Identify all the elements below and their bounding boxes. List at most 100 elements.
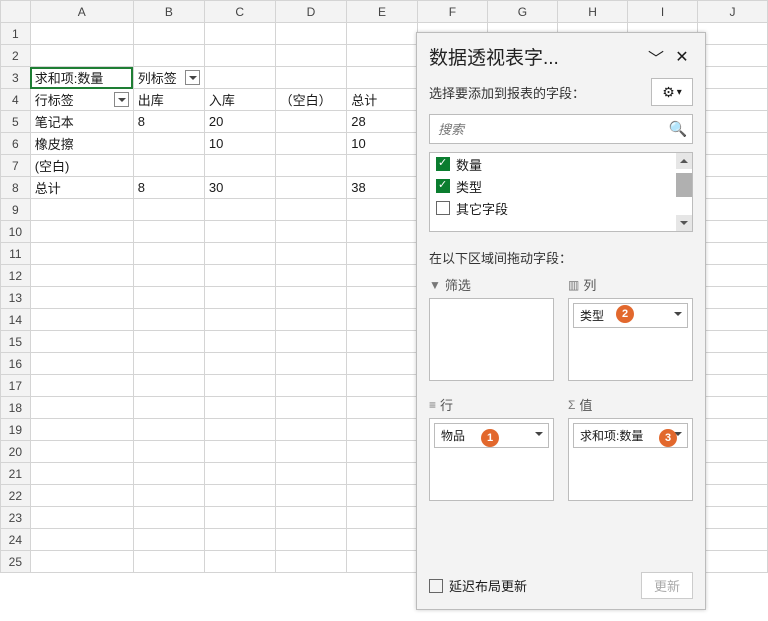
row-header[interactable]: 10 xyxy=(1,221,31,243)
cell[interactable]: 30 xyxy=(204,177,275,199)
dropdown-icon[interactable] xyxy=(114,92,129,107)
row-header[interactable]: 25 xyxy=(1,551,31,573)
filter-area[interactable]: ▼ 筛选 xyxy=(429,275,554,381)
search-icon: 🔍 xyxy=(664,120,692,138)
row-header[interactable]: 14 xyxy=(1,309,31,331)
col-header-J[interactable]: J xyxy=(697,1,767,23)
field-item[interactable]: 类型 xyxy=(430,175,692,197)
row-header[interactable]: 15 xyxy=(1,331,31,353)
col-header-G[interactable]: G xyxy=(487,1,557,23)
row-header[interactable]: 24 xyxy=(1,529,31,551)
row-header[interactable]: 20 xyxy=(1,441,31,463)
filter-dropzone[interactable] xyxy=(429,298,554,381)
scroll-thumb[interactable] xyxy=(676,173,692,197)
row-header[interactable]: 17 xyxy=(1,375,31,397)
cell-E4[interactable]: 总计 xyxy=(347,89,418,111)
sigma-icon: Σ xyxy=(568,398,575,412)
row-header[interactable]: 22 xyxy=(1,485,31,507)
col-header-I[interactable]: I xyxy=(628,1,698,23)
field-label: 类型 xyxy=(456,177,482,196)
area-label: 筛选 xyxy=(445,275,471,294)
cell[interactable]: 20 xyxy=(204,111,275,133)
values-dropzone[interactable]: 求和项:数量 xyxy=(568,418,693,501)
defer-checkbox[interactable] xyxy=(429,579,443,593)
cell[interactable]: 28 xyxy=(347,111,418,133)
col-header-F[interactable]: F xyxy=(417,1,487,23)
update-button[interactable]: 更新 xyxy=(641,572,693,599)
dropdown-icon[interactable] xyxy=(185,70,200,85)
close-icon: ✕ xyxy=(675,47,688,67)
row-header[interactable]: 4 xyxy=(1,89,31,111)
chevron-down-icon: ▾ xyxy=(677,87,682,98)
cell-C4[interactable]: 入库 xyxy=(204,89,275,111)
field-item[interactable]: 数量 xyxy=(430,153,692,175)
row-header[interactable]: 19 xyxy=(1,419,31,441)
row-header[interactable]: 5 xyxy=(1,111,31,133)
columns-area[interactable]: ▥列 类型 2 xyxy=(568,275,693,381)
pane-title: 数据透视表字... xyxy=(429,43,641,70)
cell[interactable] xyxy=(275,177,347,199)
checkbox-checked-icon[interactable] xyxy=(436,157,450,171)
row-header[interactable]: 13 xyxy=(1,287,31,309)
columns-icon: ▥ xyxy=(568,278,579,292)
values-area[interactable]: Σ值 求和项:数量 3 xyxy=(568,395,693,501)
scroll-down-icon[interactable] xyxy=(676,215,692,231)
row-header[interactable]: 9 xyxy=(1,199,31,221)
settings-button[interactable]: ⚙ ▾ xyxy=(651,78,693,106)
row-header[interactable]: 2 xyxy=(1,45,31,67)
col-header-D[interactable]: D xyxy=(275,1,347,23)
cell-A4[interactable]: 行标签 xyxy=(30,89,133,111)
row-header[interactable]: 8 xyxy=(1,177,31,199)
close-button[interactable]: ✕ xyxy=(671,46,693,68)
cell[interactable]: (空白) xyxy=(30,155,133,177)
col-header-A[interactable]: A xyxy=(30,1,133,23)
field-label: 其它字段 xyxy=(456,199,508,218)
cell[interactable]: 10 xyxy=(204,133,275,155)
areas-prompt: 在以下区域间拖动字段： xyxy=(417,242,705,275)
col-header-H[interactable]: H xyxy=(558,1,628,23)
cell-D4[interactable]: （空白） xyxy=(275,89,347,111)
col-header-E[interactable]: E xyxy=(347,1,418,23)
search-input[interactable] xyxy=(430,122,664,137)
cell[interactable]: 10 xyxy=(347,133,418,155)
callout-badge-2: 2 xyxy=(616,305,634,323)
cell-B3[interactable]: 列标签 xyxy=(133,67,204,89)
cell-A3[interactable]: 求和项:数量 xyxy=(30,67,133,89)
cell[interactable]: 8 xyxy=(133,111,204,133)
row-header[interactable]: 7 xyxy=(1,155,31,177)
col-header-C[interactable]: C xyxy=(204,1,275,23)
cell[interactable] xyxy=(275,111,347,133)
scroll-up-icon[interactable] xyxy=(676,153,692,169)
gear-icon: ⚙ xyxy=(662,84,675,101)
field-item[interactable]: 其它字段 xyxy=(430,197,692,219)
cell[interactable]: 38 xyxy=(347,177,418,199)
collapse-button[interactable]: ﹀ xyxy=(645,46,667,68)
row-header[interactable]: 18 xyxy=(1,397,31,419)
search-field[interactable]: 🔍 xyxy=(429,114,693,144)
row-header[interactable]: 1 xyxy=(1,23,31,45)
checkbox-checked-icon[interactable] xyxy=(436,179,450,193)
row-header[interactable]: 12 xyxy=(1,265,31,287)
row-header[interactable]: 3 xyxy=(1,67,31,89)
rows-area[interactable]: ≡行 物品 1 xyxy=(429,395,554,501)
row-header[interactable]: 16 xyxy=(1,353,31,375)
area-label: 行 xyxy=(440,395,453,414)
fields-list[interactable]: 数量 类型 其它字段 xyxy=(429,152,693,232)
row-header[interactable]: 11 xyxy=(1,243,31,265)
pivot-fields-pane: 数据透视表字... ﹀ ✕ 选择要添加到报表的字段： ⚙ ▾ 🔍 数量 类型 其… xyxy=(416,32,706,610)
filter-icon: ▼ xyxy=(429,278,441,292)
row-header[interactable]: 6 xyxy=(1,133,31,155)
col-header-B[interactable]: B xyxy=(133,1,204,23)
cell[interactable] xyxy=(133,133,204,155)
checkbox-icon[interactable] xyxy=(436,201,450,215)
row-header[interactable]: 23 xyxy=(1,507,31,529)
row-header[interactable]: 21 xyxy=(1,463,31,485)
cell[interactable]: 橡皮擦 xyxy=(30,133,133,155)
select-all-corner[interactable] xyxy=(1,1,31,23)
cell-B4[interactable]: 出库 xyxy=(133,89,204,111)
cell[interactable]: 8 xyxy=(133,177,204,199)
cell[interactable] xyxy=(275,133,347,155)
callout-badge-3: 3 xyxy=(659,429,677,447)
cell[interactable]: 笔记本 xyxy=(30,111,133,133)
cell[interactable]: 总计 xyxy=(30,177,133,199)
